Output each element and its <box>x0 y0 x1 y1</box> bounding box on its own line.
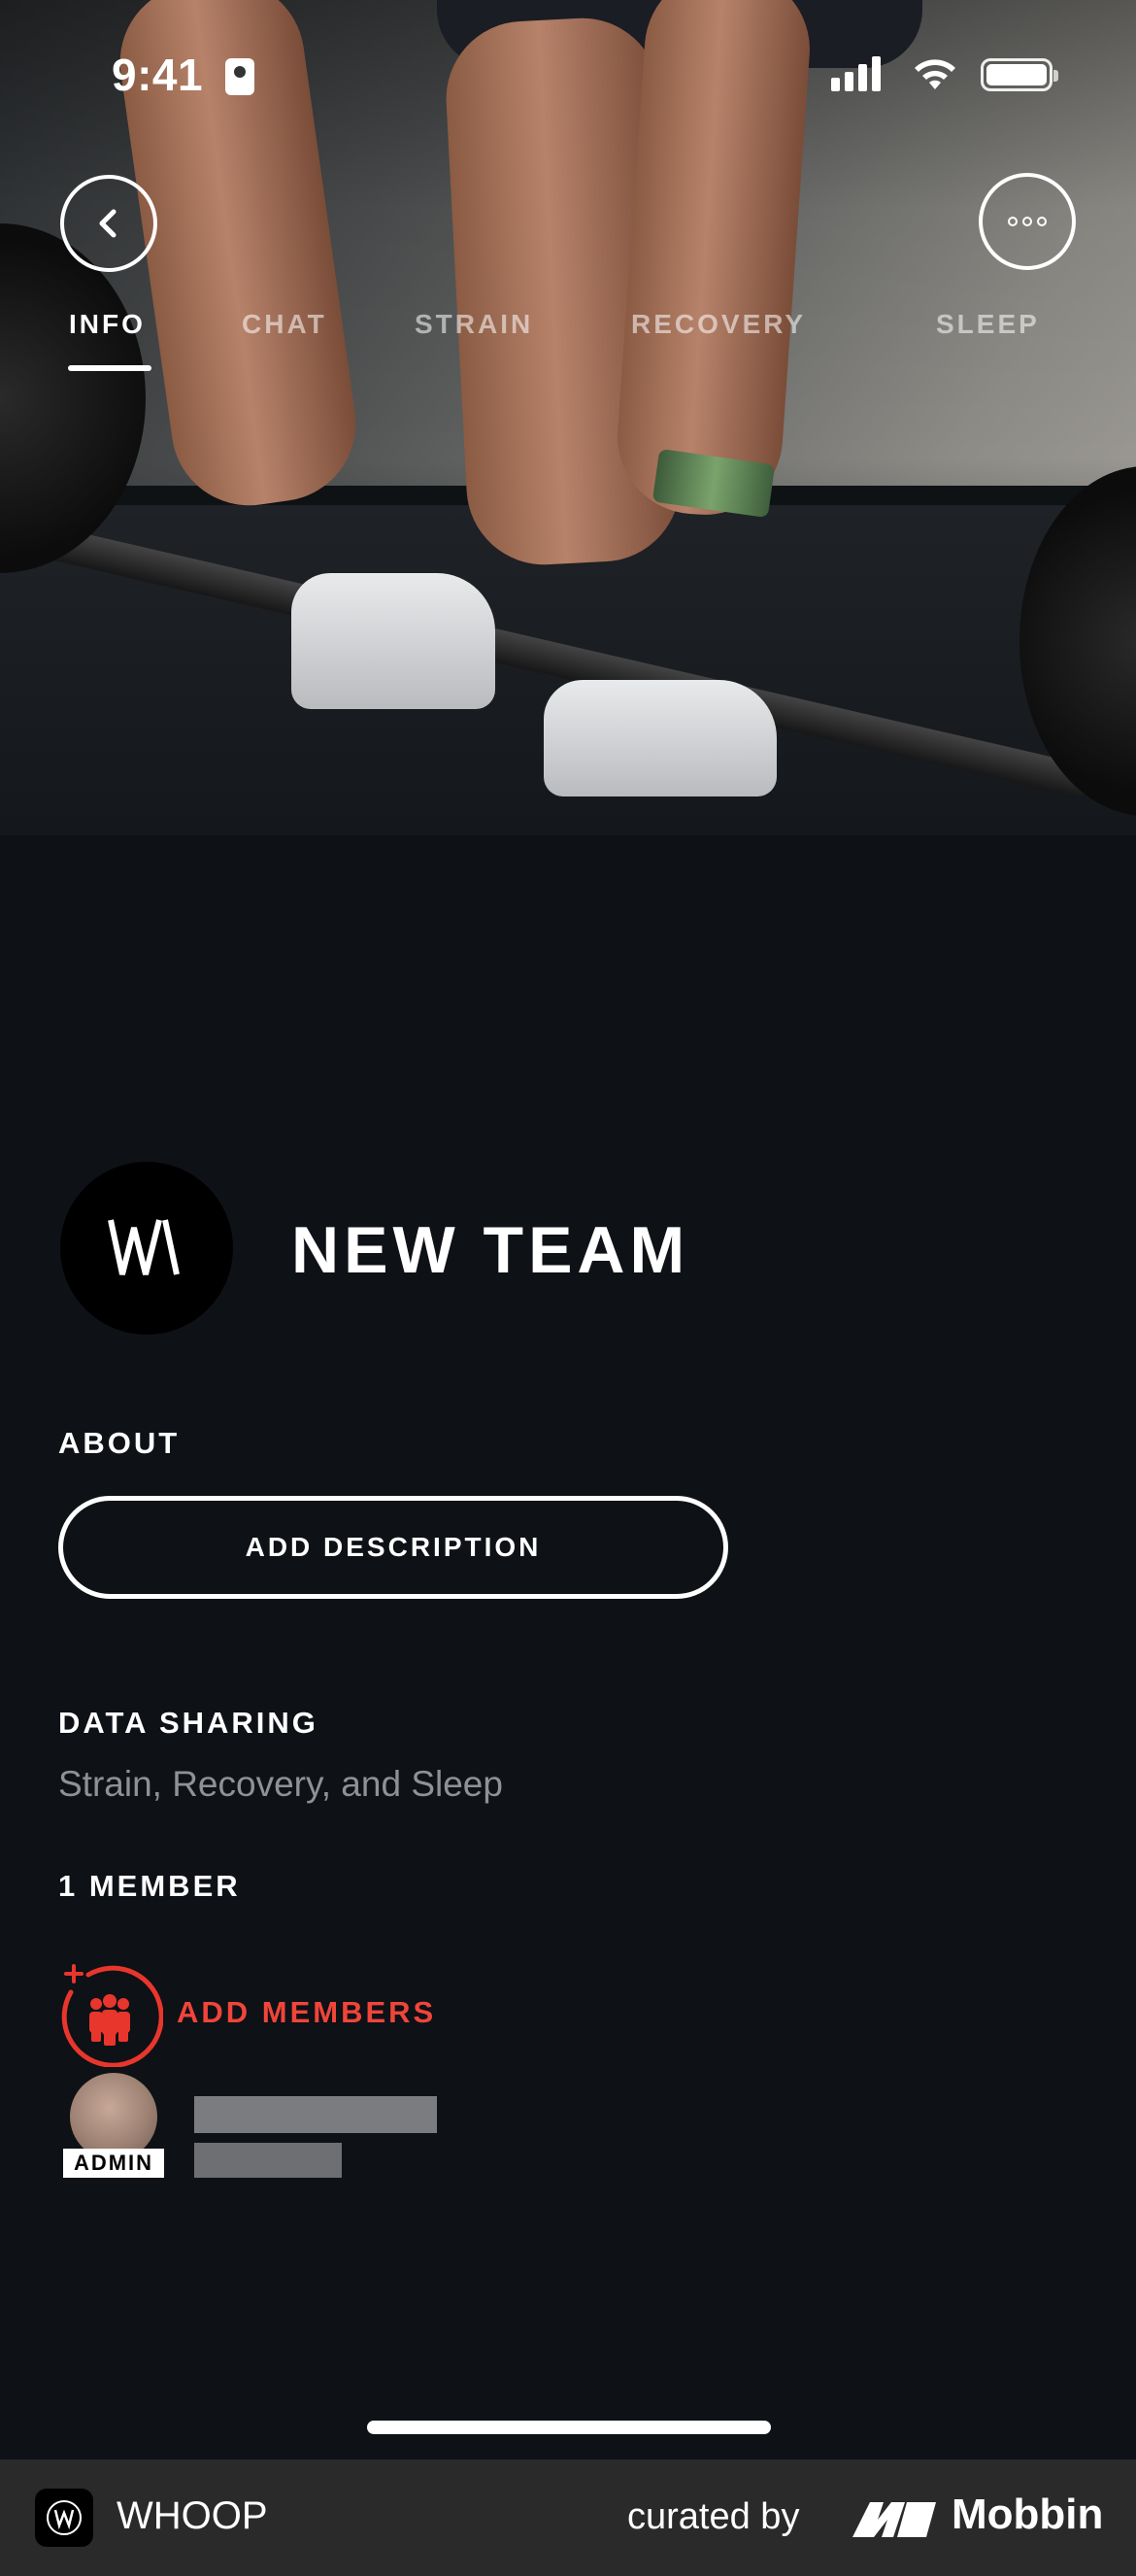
active-tab-indicator <box>68 365 151 371</box>
member-name-redacted <box>194 2096 437 2133</box>
more-options-button[interactable] <box>979 173 1076 270</box>
member-count-label: 1 MEMBER <box>58 1869 241 1903</box>
tab-recovery[interactable]: RECOVERY <box>631 309 806 340</box>
footer-app-name: WHOOP <box>117 2494 268 2537</box>
team-avatar <box>60 1162 233 1335</box>
battery-icon <box>981 58 1058 91</box>
ellipsis-icon <box>1008 217 1047 226</box>
tab-info[interactable]: INFO <box>69 309 146 340</box>
cellular-signal-icon <box>831 56 885 91</box>
member-avatar[interactable] <box>70 2073 157 2160</box>
tab-sleep[interactable]: SLEEP <box>936 309 1040 340</box>
tab-chat[interactable]: CHAT <box>242 309 327 340</box>
data-sharing-value: Strain, Recovery, and Sleep <box>58 1764 503 1804</box>
chevron-left-icon <box>99 209 117 238</box>
home-indicator <box>367 2421 771 2434</box>
team-name: NEW TEAM <box>291 1213 690 1287</box>
add-members-icon[interactable] <box>56 1960 163 2067</box>
tab-strain[interactable]: STRAIN <box>415 309 533 340</box>
status-time: 9:41 <box>112 50 204 100</box>
member-detail-redacted <box>194 2143 342 2178</box>
wifi-icon <box>915 59 955 89</box>
hero-image <box>0 0 1136 835</box>
whoop-app-icon <box>35 2489 93 2547</box>
back-button[interactable] <box>60 175 157 272</box>
add-description-button[interactable]: ADD DESCRIPTION <box>58 1496 728 1599</box>
mobbin-logo-icon <box>852 2502 936 2537</box>
footer-curated-by: curated by <box>627 2496 800 2537</box>
data-sharing-label: DATA SHARING <box>58 1706 318 1740</box>
about-label: ABOUT <box>58 1426 181 1460</box>
footer-brand: Mobbin <box>952 2491 1104 2538</box>
team-tabs: INFO CHAT STRAIN RECOVERY SLEEP <box>0 309 1136 377</box>
admin-badge: ADMIN <box>63 2149 164 2178</box>
whoop-logo-icon <box>108 1219 180 1275</box>
footer-bar: WHOOP curated by Mobbin <box>0 2459 1136 2576</box>
add-members-button[interactable]: ADD MEMBERS <box>177 1995 436 2030</box>
contact-card-icon <box>225 58 254 95</box>
